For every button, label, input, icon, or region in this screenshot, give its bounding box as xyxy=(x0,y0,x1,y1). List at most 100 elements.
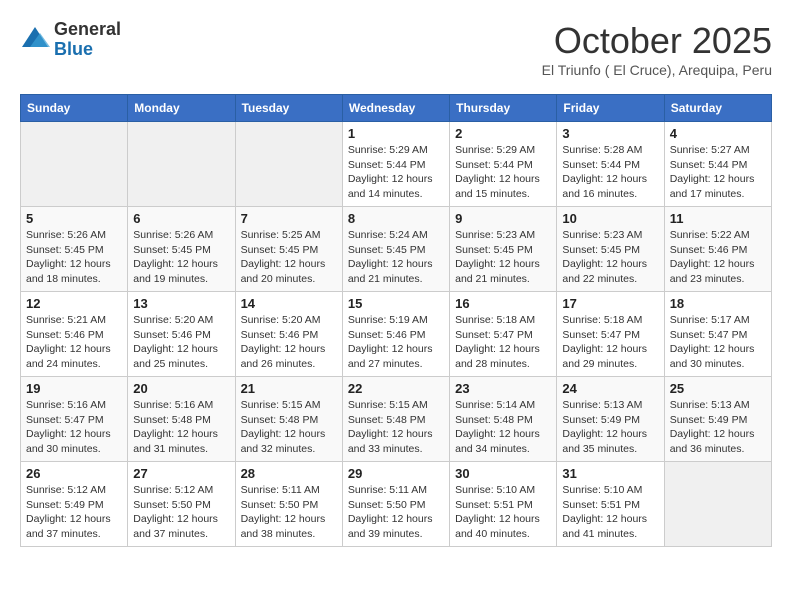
day-info: Sunrise: 5:10 AM Sunset: 5:51 PM Dayligh… xyxy=(562,483,658,542)
day-number: 17 xyxy=(562,296,658,311)
calendar-cell: 3 Sunrise: 5:28 AM Sunset: 5:44 PM Daylig… xyxy=(557,122,664,207)
day-info: Sunrise: 5:27 AM Sunset: 5:44 PM Dayligh… xyxy=(670,143,766,202)
calendar-cell: 29Sunrise: 5:11 AM Sunset: 5:50 PM Dayli… xyxy=(342,462,449,547)
day-number: 30 xyxy=(455,466,551,481)
calendar-cell: 30 Sunrise: 5:10 AM Sunset: 5:51 PM Dayli… xyxy=(450,462,557,547)
day-number: 27 xyxy=(133,466,229,481)
day-info: Sunrise: 5:29 AM Sunset: 5:44 PM Dayligh… xyxy=(455,143,551,202)
day-info: Sunrise: 5:21 AM Sunset: 5:46 PM Dayligh… xyxy=(26,313,122,372)
day-info: Sunrise: 5:25 AM Sunset: 5:45 PM Dayligh… xyxy=(241,228,337,287)
logo: General Blue xyxy=(20,20,121,60)
logo-icon xyxy=(20,25,50,55)
weekday-header-tuesday: Tuesday xyxy=(235,95,342,122)
day-info: Sunrise: 5:26 AM Sunset: 5:45 PM Dayligh… xyxy=(26,228,122,287)
day-info: Sunrise: 5:12 AM Sunset: 5:50 PM Dayligh… xyxy=(133,483,229,542)
calendar-cell xyxy=(128,122,235,207)
calendar-cell xyxy=(21,122,128,207)
calendar-week-3: 12 Sunrise: 5:21 AM Sunset: 5:46 PM Dayli… xyxy=(21,292,772,377)
weekday-header-friday: Friday xyxy=(557,95,664,122)
day-info: Sunrise: 5:23 AM Sunset: 5:45 PM Dayligh… xyxy=(455,228,551,287)
calendar-cell xyxy=(235,122,342,207)
day-info: Sunrise: 5:29 AM Sunset: 5:44 PM Dayligh… xyxy=(348,143,444,202)
day-info: Sunrise: 5:20 AM Sunset: 5:46 PM Dayligh… xyxy=(241,313,337,372)
day-info: Sunrise: 5:20 AM Sunset: 5:46 PM Dayligh… xyxy=(133,313,229,372)
title-block: October 2025 El Triunfo ( El Cruce), Are… xyxy=(542,20,772,78)
logo-blue-text: Blue xyxy=(54,40,121,60)
day-info: Sunrise: 5:10 AM Sunset: 5:51 PM Dayligh… xyxy=(455,483,551,542)
day-number: 31 xyxy=(562,466,658,481)
day-info: Sunrise: 5:14 AM Sunset: 5:48 PM Dayligh… xyxy=(455,398,551,457)
day-info: Sunrise: 5:13 AM Sunset: 5:49 PM Dayligh… xyxy=(670,398,766,457)
day-info: Sunrise: 5:22 AM Sunset: 5:46 PM Dayligh… xyxy=(670,228,766,287)
day-number: 2 xyxy=(455,126,551,141)
calendar-cell: 15Sunrise: 5:19 AM Sunset: 5:46 PM Dayli… xyxy=(342,292,449,377)
day-number: 19 xyxy=(26,381,122,396)
calendar-cell: 16 Sunrise: 5:18 AM Sunset: 5:47 PM Dayli… xyxy=(450,292,557,377)
day-number: 5 xyxy=(26,211,122,226)
day-number: 3 xyxy=(562,126,658,141)
day-info: Sunrise: 5:28 AM Sunset: 5:44 PM Dayligh… xyxy=(562,143,658,202)
weekday-header-wednesday: Wednesday xyxy=(342,95,449,122)
calendar-cell: 27 Sunrise: 5:12 AM Sunset: 5:50 PM Dayli… xyxy=(128,462,235,547)
calendar-week-5: 26Sunrise: 5:12 AM Sunset: 5:49 PM Dayli… xyxy=(21,462,772,547)
calendar-week-2: 5 Sunrise: 5:26 AM Sunset: 5:45 PM Daylig… xyxy=(21,207,772,292)
weekday-row: SundayMondayTuesdayWednesdayThursdayFrid… xyxy=(21,95,772,122)
day-number: 14 xyxy=(241,296,337,311)
day-number: 22 xyxy=(348,381,444,396)
calendar-cell: 28 Sunrise: 5:11 AM Sunset: 5:50 PM Dayli… xyxy=(235,462,342,547)
calendar-cell: 21 Sunrise: 5:15 AM Sunset: 5:48 PM Dayli… xyxy=(235,377,342,462)
day-info: Sunrise: 5:18 AM Sunset: 5:47 PM Dayligh… xyxy=(455,313,551,372)
day-number: 20 xyxy=(133,381,229,396)
calendar-cell: 25Sunrise: 5:13 AM Sunset: 5:49 PM Dayli… xyxy=(664,377,771,462)
calendar-cell: 12 Sunrise: 5:21 AM Sunset: 5:46 PM Dayli… xyxy=(21,292,128,377)
calendar-body: 1 Sunrise: 5:29 AM Sunset: 5:44 PM Daylig… xyxy=(21,122,772,547)
calendar-week-1: 1 Sunrise: 5:29 AM Sunset: 5:44 PM Daylig… xyxy=(21,122,772,207)
day-number: 11 xyxy=(670,211,766,226)
day-info: Sunrise: 5:18 AM Sunset: 5:47 PM Dayligh… xyxy=(562,313,658,372)
day-info: Sunrise: 5:24 AM Sunset: 5:45 PM Dayligh… xyxy=(348,228,444,287)
day-number: 7 xyxy=(241,211,337,226)
calendar-cell: 13 Sunrise: 5:20 AM Sunset: 5:46 PM Dayli… xyxy=(128,292,235,377)
day-number: 13 xyxy=(133,296,229,311)
calendar-cell: 22 Sunrise: 5:15 AM Sunset: 5:48 PM Dayli… xyxy=(342,377,449,462)
day-info: Sunrise: 5:15 AM Sunset: 5:48 PM Dayligh… xyxy=(241,398,337,457)
calendar-cell: 20 Sunrise: 5:16 AM Sunset: 5:48 PM Dayli… xyxy=(128,377,235,462)
day-number: 28 xyxy=(241,466,337,481)
day-number: 10 xyxy=(562,211,658,226)
calendar-cell: 9 Sunrise: 5:23 AM Sunset: 5:45 PM Daylig… xyxy=(450,207,557,292)
weekday-header-thursday: Thursday xyxy=(450,95,557,122)
day-number: 16 xyxy=(455,296,551,311)
day-info: Sunrise: 5:15 AM Sunset: 5:48 PM Dayligh… xyxy=(348,398,444,457)
day-info: Sunrise: 5:26 AM Sunset: 5:45 PM Dayligh… xyxy=(133,228,229,287)
day-number: 18 xyxy=(670,296,766,311)
day-number: 1 xyxy=(348,126,444,141)
calendar-cell xyxy=(664,462,771,547)
day-number: 15 xyxy=(348,296,444,311)
calendar-cell: 23 Sunrise: 5:14 AM Sunset: 5:48 PM Dayli… xyxy=(450,377,557,462)
calendar-cell: 4 Sunrise: 5:27 AM Sunset: 5:44 PM Daylig… xyxy=(664,122,771,207)
calendar-cell: 19Sunrise: 5:16 AM Sunset: 5:47 PM Dayli… xyxy=(21,377,128,462)
calendar-cell: 17 Sunrise: 5:18 AM Sunset: 5:47 PM Dayli… xyxy=(557,292,664,377)
calendar-cell: 2 Sunrise: 5:29 AM Sunset: 5:44 PM Daylig… xyxy=(450,122,557,207)
month-title: October 2025 xyxy=(542,20,772,62)
day-info: Sunrise: 5:11 AM Sunset: 5:50 PM Dayligh… xyxy=(241,483,337,542)
day-number: 24 xyxy=(562,381,658,396)
calendar-cell: 7 Sunrise: 5:25 AM Sunset: 5:45 PM Daylig… xyxy=(235,207,342,292)
calendar-header: SundayMondayTuesdayWednesdayThursdayFrid… xyxy=(21,95,772,122)
day-info: Sunrise: 5:12 AM Sunset: 5:49 PM Dayligh… xyxy=(26,483,122,542)
day-number: 9 xyxy=(455,211,551,226)
weekday-header-sunday: Sunday xyxy=(21,95,128,122)
day-number: 4 xyxy=(670,126,766,141)
day-number: 12 xyxy=(26,296,122,311)
day-number: 21 xyxy=(241,381,337,396)
day-info: Sunrise: 5:16 AM Sunset: 5:48 PM Dayligh… xyxy=(133,398,229,457)
calendar-table: SundayMondayTuesdayWednesdayThursdayFrid… xyxy=(20,94,772,547)
day-number: 23 xyxy=(455,381,551,396)
weekday-header-monday: Monday xyxy=(128,95,235,122)
calendar-cell: 1 Sunrise: 5:29 AM Sunset: 5:44 PM Daylig… xyxy=(342,122,449,207)
calendar-cell: 24Sunrise: 5:13 AM Sunset: 5:49 PM Dayli… xyxy=(557,377,664,462)
calendar-week-4: 19Sunrise: 5:16 AM Sunset: 5:47 PM Dayli… xyxy=(21,377,772,462)
calendar-cell: 8Sunrise: 5:24 AM Sunset: 5:45 PM Daylig… xyxy=(342,207,449,292)
day-number: 29 xyxy=(348,466,444,481)
calendar-cell: 11 Sunrise: 5:22 AM Sunset: 5:46 PM Dayli… xyxy=(664,207,771,292)
